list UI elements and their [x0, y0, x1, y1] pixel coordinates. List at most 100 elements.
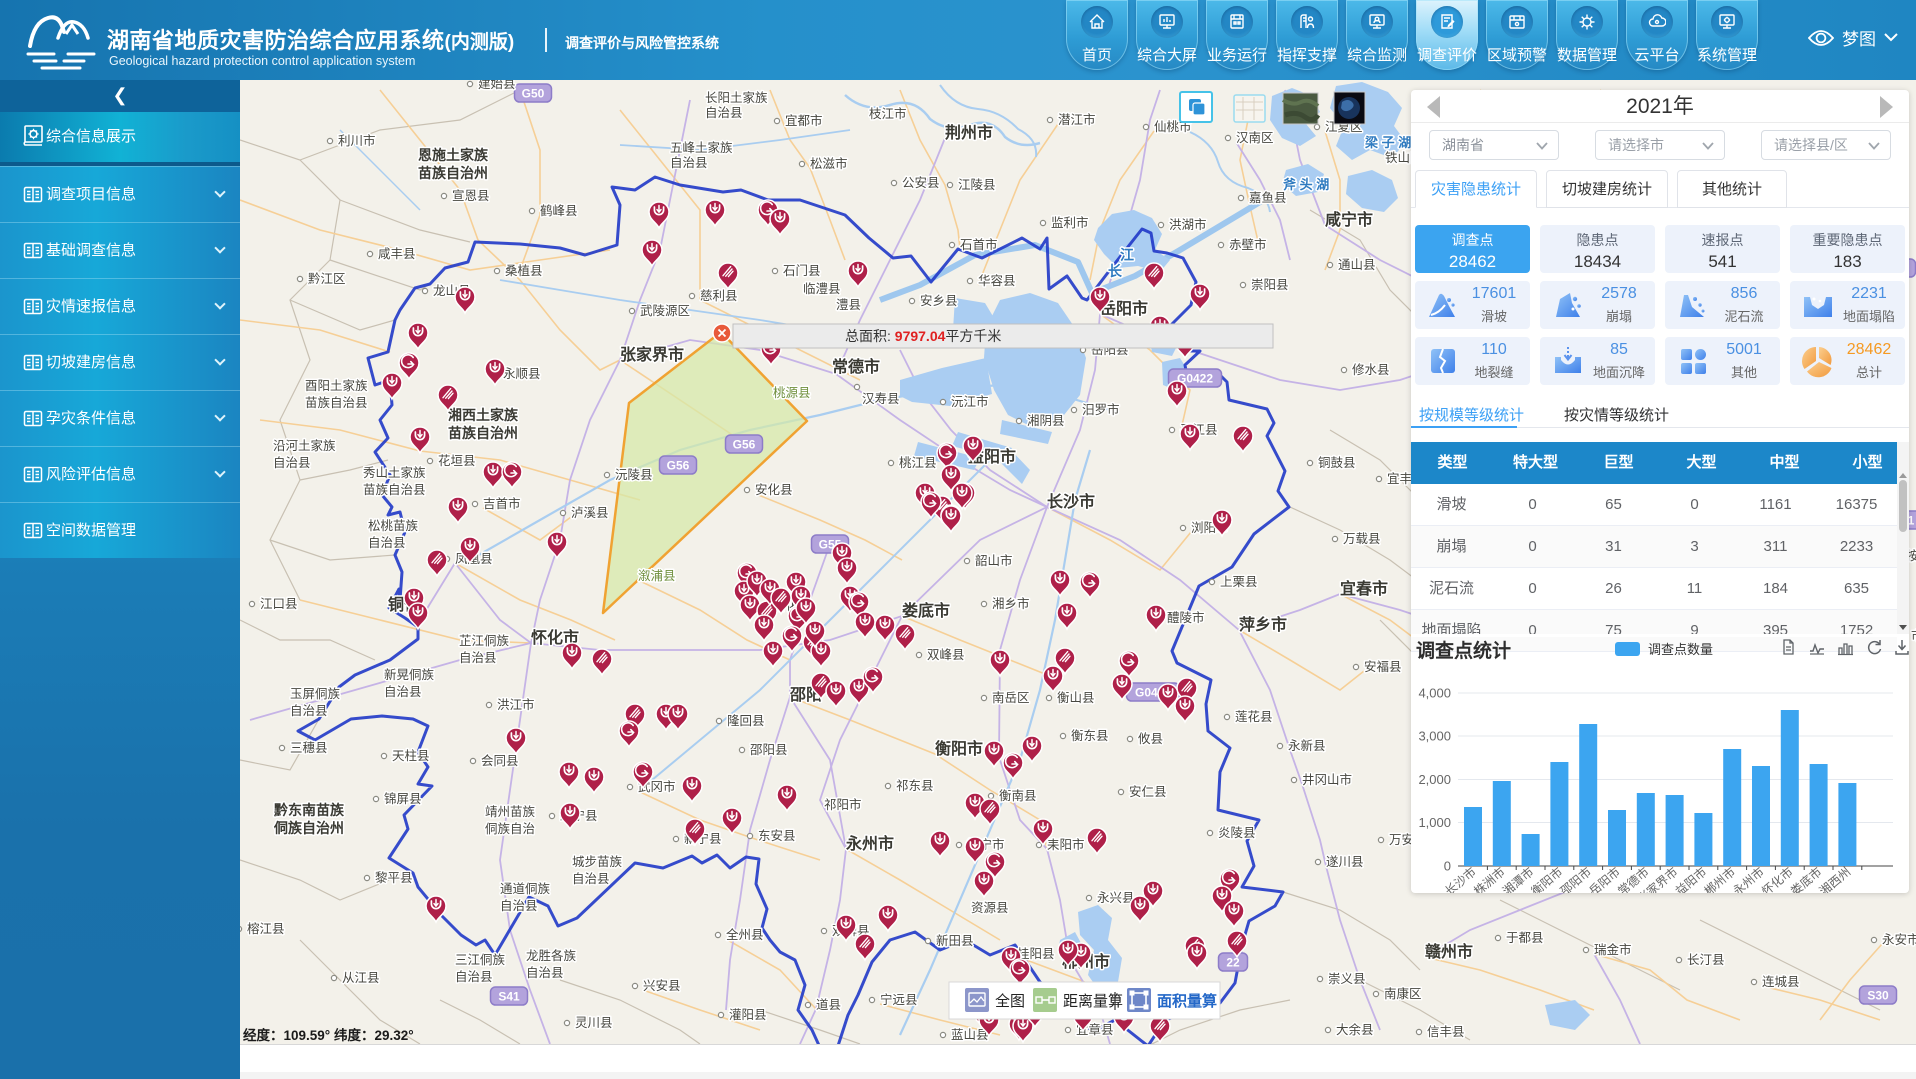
svg-text:安化县: 安化县	[755, 482, 793, 497]
svg-text:通道侗族: 通道侗族	[500, 882, 551, 896]
svg-text:苗族自治县: 苗族自治县	[305, 396, 368, 410]
svg-text:溆浦县: 溆浦县	[638, 569, 676, 583]
svg-text:22: 22	[1226, 956, 1240, 970]
svg-text:靖州苗族: 靖州苗族	[485, 805, 536, 819]
svg-text:自治县: 自治县	[670, 156, 708, 170]
svg-text:江陵县: 江陵县	[958, 178, 996, 192]
svg-text:湘西土家族: 湘西土家族	[448, 407, 519, 423]
svg-text:道县: 道县	[816, 998, 841, 1012]
svg-text:苗族自治州: 苗族自治州	[448, 425, 518, 441]
svg-text:安乡县: 安乡县	[920, 293, 958, 308]
svg-text:花垣县: 花垣县	[438, 453, 476, 468]
svg-text:灵川县: 灵川县	[575, 1016, 613, 1030]
svg-text:公安县: 公安县	[902, 175, 940, 190]
svg-text:攸县: 攸县	[1138, 731, 1163, 746]
svg-text:全图: 全图	[995, 992, 1025, 1010]
svg-text:苗族自治州: 苗族自治州	[418, 165, 488, 181]
svg-text:上栗县: 上栗县	[1220, 575, 1258, 589]
svg-text:新田县: 新田县	[936, 933, 974, 948]
svg-text:兴安县: 兴安县	[643, 978, 681, 993]
svg-text:安福县: 安福县	[1364, 659, 1402, 674]
svg-text:0: 0	[1444, 859, 1451, 874]
svg-text:湘乡市: 湘乡市	[992, 596, 1030, 611]
svg-text:自治县: 自治县	[290, 704, 328, 718]
svg-text:城步苗族: 城步苗族	[572, 855, 623, 869]
svg-text:自治县: 自治县	[459, 651, 497, 665]
svg-text:桃江县: 桃江县	[899, 455, 937, 470]
svg-text:韶山市: 韶山市	[975, 553, 1013, 568]
svg-text:永州市: 永州市	[845, 834, 894, 853]
svg-text:1,000: 1,000	[1418, 815, 1451, 830]
svg-text:洪湖市: 洪湖市	[1169, 217, 1207, 232]
svg-text:酉阳土家族: 酉阳土家族	[305, 378, 368, 393]
svg-text:S30: S30	[1867, 989, 1889, 1003]
svg-text:秀山土家族: 秀山土家族	[363, 465, 426, 480]
svg-text:大余县: 大余县	[1336, 1022, 1374, 1037]
svg-text:长沙市: 长沙市	[1047, 492, 1095, 511]
svg-text:自治县: 自治县	[455, 970, 493, 984]
svg-text:G50: G50	[522, 87, 545, 101]
svg-text:三穗县: 三穗县	[290, 741, 328, 755]
svg-text:长汀县: 长汀县	[1687, 953, 1725, 967]
svg-text:万载县: 万载县	[1343, 532, 1381, 546]
svg-text:利川市: 利川市	[338, 133, 376, 148]
svg-text:嘉鱼县: 嘉鱼县	[1249, 191, 1287, 205]
svg-text:永安市: 永安市	[1882, 932, 1916, 947]
svg-text:G56: G56	[667, 459, 690, 473]
svg-text:咸丰县: 咸丰县	[378, 247, 416, 261]
svg-text:芷江侗族: 芷江侗族	[459, 634, 510, 648]
svg-text:2,000: 2,000	[1418, 772, 1451, 787]
svg-text:南康区: 南康区	[1384, 986, 1422, 1001]
svg-text:常德市: 常德市	[832, 357, 880, 376]
svg-text:崇义县: 崇义县	[1328, 972, 1366, 986]
svg-text:黔江区: 黔江区	[308, 271, 346, 286]
svg-text:新晃侗族: 新晃侗族	[384, 667, 435, 682]
svg-text:自治县: 自治县	[526, 966, 564, 980]
svg-text:建始县: 建始县	[478, 80, 516, 91]
svg-text:长阳土家族: 长阳土家族	[705, 90, 768, 105]
svg-text:江口县: 江口县	[260, 597, 298, 611]
svg-text:安仁县: 安仁县	[1129, 784, 1167, 799]
svg-text:面积量算: 面积量算	[1157, 992, 1217, 1010]
svg-text:总面积: 9797.04平方千米: 总面积: 9797.04平方千米	[845, 328, 1001, 344]
svg-text:距离量算: 距离量算	[1063, 992, 1123, 1010]
svg-text:枝江市: 枝江市	[869, 106, 907, 121]
svg-text:荆州市: 荆州市	[945, 123, 993, 142]
svg-text:赤壁市: 赤壁市	[1229, 237, 1267, 252]
svg-text:黎平县: 黎平县	[375, 871, 413, 885]
svg-text:铜鼓县: 铜鼓县	[1318, 455, 1356, 470]
svg-text:张家界市: 张家界市	[620, 345, 684, 364]
svg-text:S41: S41	[498, 990, 520, 1004]
svg-text:龙胜各族: 龙胜各族	[526, 948, 577, 963]
svg-text:苗族自治县: 苗族自治县	[363, 483, 426, 497]
svg-text:连城县: 连城县	[1762, 974, 1800, 989]
svg-text:鹤峰县: 鹤峰县	[540, 203, 578, 218]
svg-text:恩施土家族: 恩施土家族	[418, 147, 489, 163]
svg-text:监利市: 监利市	[1051, 215, 1089, 230]
svg-text:湘西州: 湘西州	[1816, 864, 1853, 893]
svg-text:邵阳县: 邵阳县	[750, 743, 788, 757]
svg-text:松桃苗族: 松桃苗族	[368, 518, 419, 533]
svg-text:桑植县: 桑植县	[505, 263, 543, 278]
svg-text:石门县: 石门县	[783, 263, 821, 278]
svg-text:洪江市: 洪江市	[497, 697, 535, 712]
svg-text:衡山县: 衡山县	[1057, 691, 1095, 705]
svg-text:于都县: 于都县	[1506, 931, 1544, 945]
svg-text:自治县: 自治县	[500, 899, 538, 913]
svg-text:自治县: 自治县	[572, 872, 610, 886]
svg-text:崇阳县: 崇阳县	[1251, 278, 1289, 292]
svg-text:华容县: 华容县	[978, 273, 1016, 288]
svg-text:衡南县: 衡南县	[999, 788, 1037, 803]
svg-text:衡阳市: 衡阳市	[935, 739, 983, 758]
svg-text:锦屏县: 锦屏县	[384, 792, 422, 806]
svg-text:永顺县: 永顺县	[503, 367, 541, 381]
svg-text:耒阳市: 耒阳市	[1047, 837, 1085, 852]
svg-text:榕江县: 榕江县	[247, 921, 285, 936]
svg-text:天柱县: 天柱县	[392, 748, 430, 763]
svg-text:永新县: 永新县	[1288, 738, 1326, 753]
svg-text:娄底市: 娄底市	[902, 601, 950, 620]
svg-text:宣恩县: 宣恩县	[452, 188, 490, 203]
svg-text:宜都市: 宜都市	[785, 113, 823, 128]
svg-text:长: 长	[1108, 263, 1123, 279]
svg-text:石首市: 石首市	[960, 237, 998, 252]
